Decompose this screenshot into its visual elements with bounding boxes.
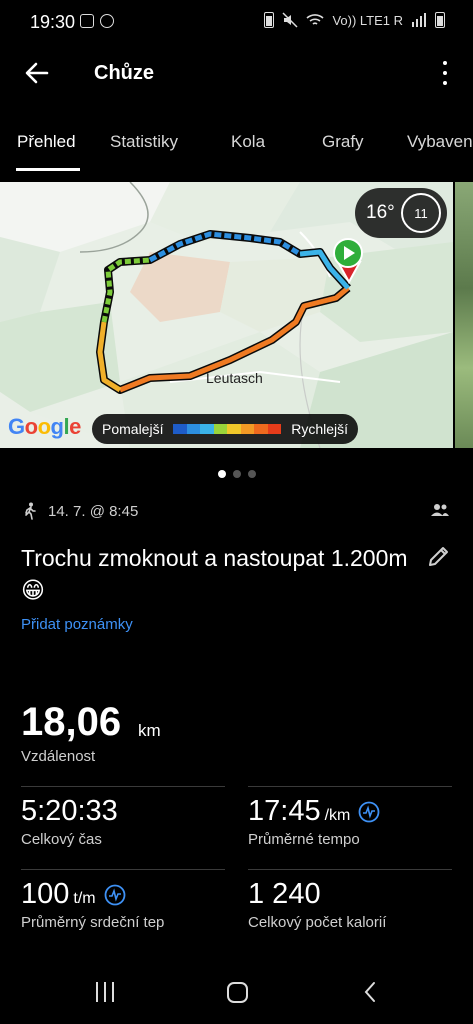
divider: [21, 786, 225, 787]
legend-color-segment: [186, 424, 201, 434]
activity-meta: 14. 7. @ 8:45: [22, 502, 138, 520]
avg-pace-label: Průměrné tempo: [248, 831, 360, 848]
status-bar: 19:30 Vo)) LTE1 R: [0, 0, 473, 44]
speed-legend: Pomalejší Rychlejší: [92, 414, 358, 444]
nav-back-icon[interactable]: [362, 980, 378, 1004]
total-time-label: Celkový čas: [21, 831, 102, 848]
weather-widget[interactable]: 16° 11: [355, 188, 447, 238]
calories-value: 1 240: [248, 878, 321, 910]
network-type-label: Vo)) LTE1 R: [332, 12, 403, 28]
uv-index-icon: 11: [401, 193, 441, 233]
avg-pace-stat: 17:45/km: [248, 795, 380, 828]
google-logo: Google: [8, 414, 81, 439]
divider: [21, 869, 225, 870]
edit-icon[interactable]: [427, 544, 451, 568]
legend-faster-label: Rychlejší: [291, 421, 348, 437]
avg-pace-unit: /km: [324, 807, 351, 824]
total-time-value: 5:20:33: [21, 795, 118, 827]
legend-color-segment: [267, 424, 282, 434]
start-marker-icon: [333, 238, 363, 268]
legend-color-segment: [173, 424, 187, 434]
tab-bar: Přehled Statistiky Kola Grafy Vybaven: [0, 120, 473, 172]
pager-dot: [217, 470, 226, 478]
activity-title: Trochu zmoknout a nastoupat 1.200m😁: [21, 545, 408, 603]
home-button[interactable]: [227, 982, 248, 1003]
page-title: Chůze: [94, 62, 154, 84]
heart-rate-info-icon[interactable]: [104, 884, 126, 906]
walking-icon: [25, 502, 36, 520]
map-place-label: Leutasch: [206, 370, 263, 386]
battery-icon: [435, 12, 445, 28]
battery-saver-icon: [264, 12, 275, 28]
distance-label: Vzdálenost: [21, 748, 96, 765]
signal-icon: [412, 13, 426, 27]
gallery-icon: [80, 14, 94, 28]
avg-hr-unit: t/m: [73, 890, 96, 907]
avg-pace-value: 17:45: [248, 795, 321, 827]
temperature-value: 16°: [366, 202, 395, 223]
carousel-pager: [0, 470, 473, 478]
legend-color-segment: [227, 424, 241, 434]
pager-dot: [247, 470, 256, 478]
app-notification-icon: [100, 14, 114, 28]
tab-prehled[interactable]: Přehled: [17, 132, 76, 152]
app-bar: Chůze: [0, 44, 473, 102]
status-time: 19:30: [30, 12, 76, 32]
tab-vybaveni[interactable]: Vybaven: [407, 132, 473, 152]
uv-index-value: 11: [414, 206, 428, 221]
avg-hr-label: Průměrný srdeční tep: [21, 914, 165, 931]
avg-hr-stat: 100 t/m: [21, 878, 126, 911]
legend-color-segment: [240, 424, 255, 434]
more-vertical-icon: [443, 61, 447, 65]
mute-icon: [282, 12, 298, 28]
avg-hr-value: 100: [21, 878, 70, 910]
status-left-icons: [80, 14, 114, 28]
legend-color-segment: [213, 424, 228, 434]
people-icon[interactable]: [431, 503, 449, 517]
status-right-icons: Vo)) LTE1 R: [264, 12, 445, 28]
activity-datetime: 14. 7. @ 8:45: [48, 502, 139, 520]
legend-slower-label: Pomalejší: [102, 421, 164, 437]
recent-apps-button[interactable]: [96, 982, 114, 1002]
legend-color-segment: [254, 424, 268, 434]
system-nav-bar: [0, 964, 473, 1024]
divider: [248, 786, 452, 787]
tab-statistiky[interactable]: Statistiky: [110, 132, 178, 152]
wifi-icon: [306, 14, 324, 25]
pace-info-icon[interactable]: [358, 801, 380, 823]
tab-kola[interactable]: Kola: [231, 132, 265, 152]
distance-unit: km: [138, 721, 161, 740]
add-note-link[interactable]: Přidat poznámky: [21, 616, 133, 633]
pager-dot: [232, 470, 241, 478]
more-options-button[interactable]: [437, 58, 453, 88]
distance-value: 18,06: [21, 700, 122, 744]
route-map[interactable]: Leutasch 16° 11 Google Pomalejší Rychlej…: [0, 182, 453, 448]
calories-label: Celkový počet kalorií: [248, 914, 387, 931]
legend-color-segment: [200, 424, 214, 434]
legend-color-bar: [173, 424, 282, 434]
next-photo-preview[interactable]: [455, 182, 473, 448]
tab-grafy[interactable]: Grafy: [322, 132, 364, 152]
active-tab-indicator: [16, 168, 80, 171]
back-button[interactable]: [20, 56, 54, 90]
arrow-left-icon: [25, 62, 49, 84]
divider: [248, 869, 452, 870]
